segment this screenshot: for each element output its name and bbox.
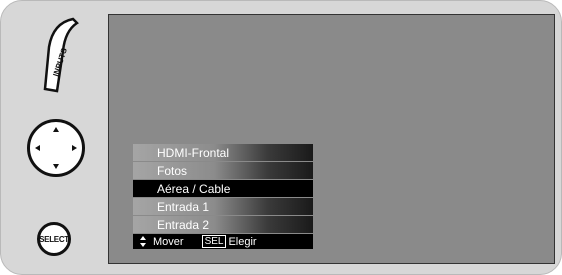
left-arrow-icon[interactable] <box>35 145 40 151</box>
choose-hint-label: Elegir <box>228 235 257 248</box>
sel-key-icon: SEL <box>201 235 227 248</box>
input-menu: HDMI-Frontal Fotos Aérea / Cable Entrada… <box>133 144 313 249</box>
menu-item-fotos[interactable]: Fotos <box>133 162 313 179</box>
move-hint-label: Mover <box>153 235 184 248</box>
menu-item-label: Entrada 1 <box>157 199 210 214</box>
down-arrow-icon[interactable] <box>53 164 59 169</box>
remote-panel: INPUTS SELECT <box>1 1 106 274</box>
menu-item-label: Fotos <box>157 163 188 178</box>
menu-footer-hints: Mover SEL Elegir <box>133 234 313 249</box>
right-arrow-icon[interactable] <box>72 145 77 151</box>
tv-screen: HDMI-Frontal Fotos Aérea / Cable Entrada… <box>108 14 555 264</box>
select-button[interactable]: SELECT <box>37 222 71 256</box>
select-label: SELECT <box>39 234 69 244</box>
menu-item-label: HDMI-Frontal <box>157 145 230 160</box>
tv-menu-illustration: INPUTS SELECT HDMI-Frontal Fotos Aérea /… <box>0 0 562 275</box>
up-arrow-icon[interactable] <box>53 127 59 132</box>
navigation-dpad[interactable] <box>27 119 85 177</box>
menu-item-label: Entrada 2 <box>157 217 210 232</box>
menu-item-entrada-1[interactable]: Entrada 1 <box>133 198 313 215</box>
up-down-arrows-icon <box>139 236 147 247</box>
menu-item-label: Aérea / Cable <box>157 181 231 196</box>
inputs-button[interactable]: INPUTS <box>39 17 79 93</box>
menu-item-aerea-cable[interactable]: Aérea / Cable <box>133 180 313 197</box>
menu-item-hdmi-frontal[interactable]: HDMI-Frontal <box>133 144 313 161</box>
menu-item-entrada-2[interactable]: Entrada 2 <box>133 216 313 233</box>
